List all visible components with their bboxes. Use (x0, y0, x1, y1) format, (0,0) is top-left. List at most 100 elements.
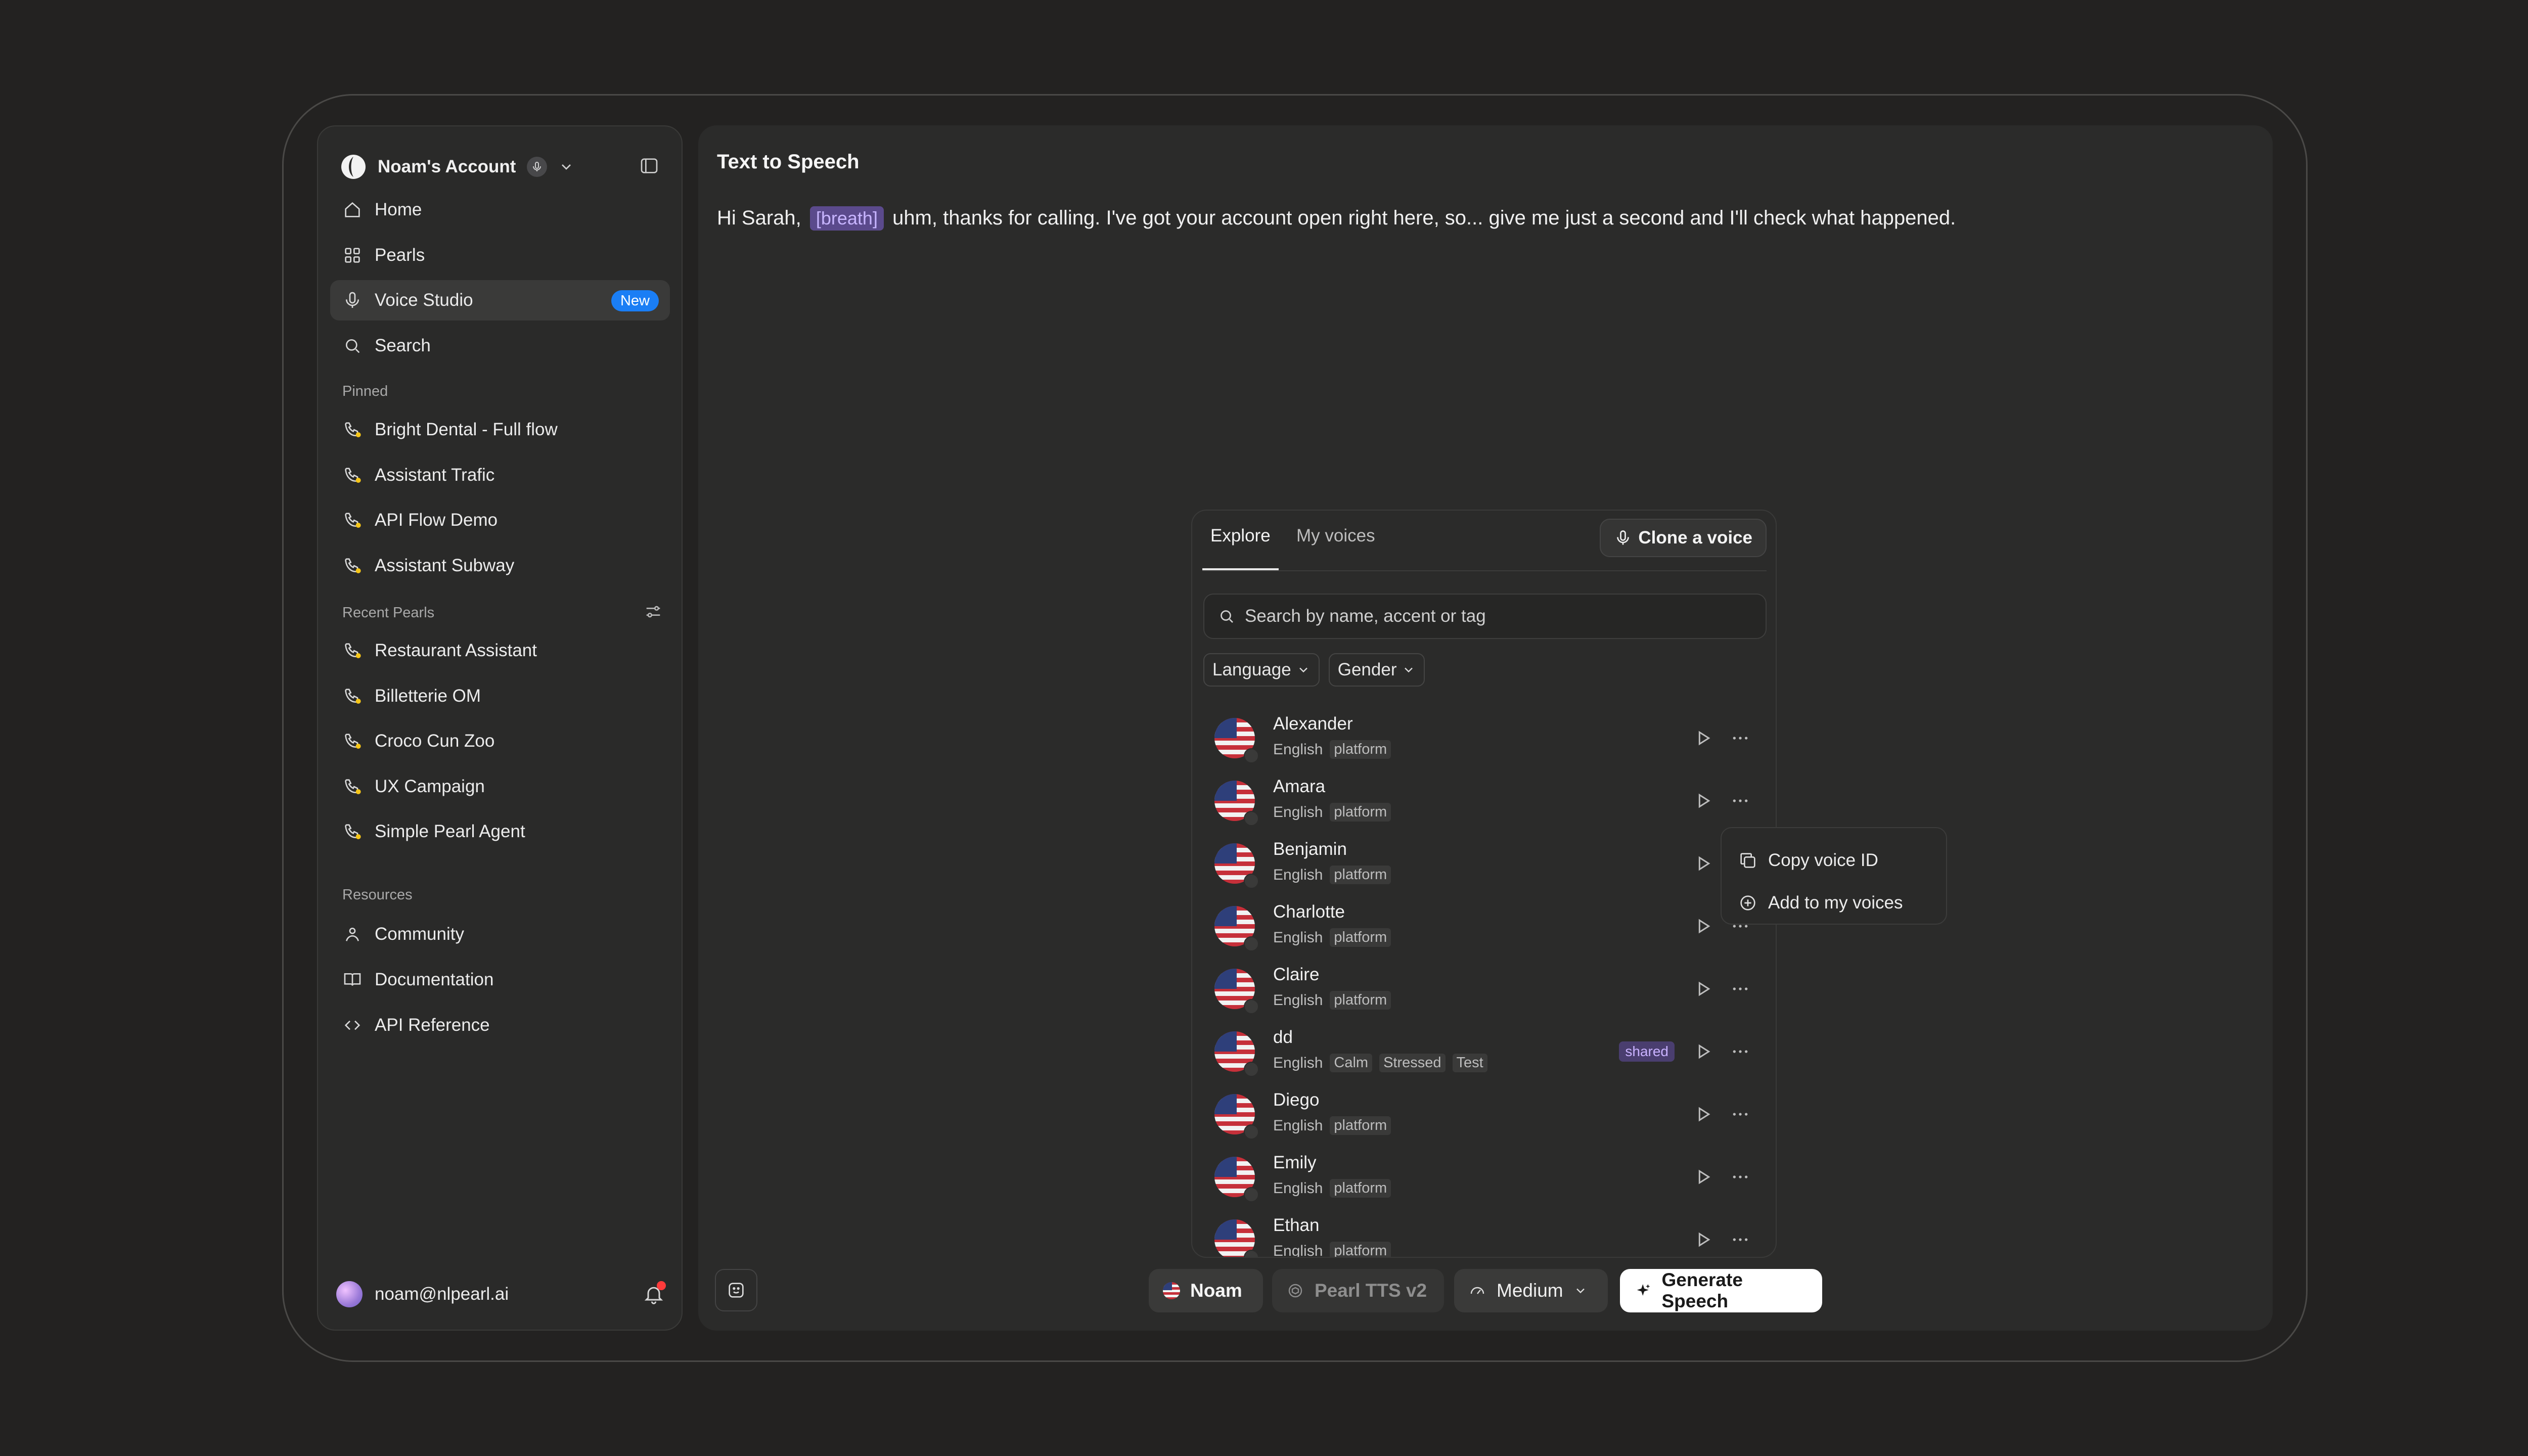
phone-flow-icon (345, 779, 361, 794)
play-icon[interactable] (1693, 1041, 1713, 1062)
voice-tags: English platform (1273, 803, 1391, 822)
recent-item[interactable]: Restaurant Assistant (330, 630, 670, 671)
account-name: Noam's Account (378, 157, 516, 176)
play-icon[interactable] (1693, 979, 1713, 999)
voice-tag: platform (1330, 1179, 1391, 1198)
more-options-icon[interactable] (1730, 1041, 1750, 1062)
user-menu[interactable]: noam@nlpearl.ai (336, 1274, 666, 1314)
tab-explore[interactable]: Explore (1202, 526, 1279, 570)
notifications-button[interactable] (643, 1281, 666, 1305)
gender-filter[interactable]: Gender (1328, 653, 1425, 687)
account-switcher[interactable]: Noam's Account (340, 151, 574, 183)
recent-item[interactable]: Croco Cun Zoo (330, 721, 670, 761)
copy-voice-id-item[interactable]: Copy voice ID (1738, 845, 1878, 876)
nav-documentation[interactable]: Documentation (330, 960, 670, 1000)
voice-tag: platform (1330, 803, 1391, 822)
voice-row[interactable]: Alexander English platform (1192, 707, 1776, 769)
voice-tag: Test (1452, 1054, 1487, 1072)
voice-row[interactable]: Benjamin English platform (1192, 832, 1776, 895)
add-to-my-voices-item[interactable]: Add to my voices (1738, 888, 1903, 918)
emoji-tag-button[interactable] (715, 1269, 757, 1311)
gender-mini-icon (1244, 1187, 1259, 1202)
microphone-icon (346, 292, 359, 308)
voice-row[interactable]: Diego English platform (1192, 1083, 1776, 1146)
speech-text-editor[interactable]: Hi Sarah, [breath] uhm, thanks for calli… (717, 206, 1956, 231)
play-icon[interactable] (1693, 791, 1713, 811)
selected-speed-label: Medium (1497, 1280, 1563, 1301)
voice-tags: English platform (1273, 740, 1391, 759)
more-options-icon[interactable] (1730, 791, 1750, 811)
nav-api-reference[interactable]: API Reference (330, 1005, 670, 1045)
speed-selector-button[interactable]: Medium (1454, 1269, 1608, 1312)
nav-voice-studio[interactable]: Voice Studio New (330, 280, 670, 321)
voice-row[interactable]: Amara English platform (1192, 769, 1776, 832)
voice-search-input[interactable] (1245, 606, 1700, 626)
voice-tag: Calm (1330, 1054, 1373, 1072)
pinned-item[interactable]: API Flow Demo (330, 500, 670, 540)
play-icon[interactable] (1693, 1230, 1713, 1250)
voice-name: Claire (1273, 965, 1320, 984)
voice-row[interactable]: Emily English platform (1192, 1146, 1776, 1208)
more-options-icon[interactable] (1730, 1230, 1750, 1250)
voice-tags: English platform (1273, 1116, 1391, 1135)
gender-filter-label: Gender (1337, 660, 1397, 679)
play-icon[interactable] (1693, 916, 1713, 936)
model-selector-button[interactable]: Pearl TTS v2 (1272, 1269, 1444, 1312)
voice-row[interactable]: Claire English platform (1192, 958, 1776, 1020)
play-icon[interactable] (1693, 1104, 1713, 1124)
gender-mini-icon (1244, 999, 1259, 1014)
recent-section-label: Recent Pearls (342, 605, 435, 621)
voice-selector-button[interactable]: Noam (1149, 1269, 1263, 1312)
voice-tag: platform (1330, 866, 1391, 884)
play-icon[interactable] (1693, 853, 1713, 874)
nav-pearls[interactable]: Pearls (330, 235, 670, 276)
nav-community[interactable]: Community (330, 914, 670, 954)
voice-name: Benjamin (1273, 839, 1347, 859)
recent-item[interactable]: Billetterie OM (330, 676, 670, 716)
smile-icon (729, 1283, 744, 1298)
more-options-icon[interactable] (1730, 979, 1750, 999)
clone-voice-label: Clone a voice (1638, 528, 1752, 548)
phone-flow-icon (345, 422, 361, 437)
pinned-item[interactable]: Bright Dental - Full flow (330, 410, 670, 450)
community-icon (346, 928, 359, 941)
breath-tag[interactable]: [breath] (809, 206, 884, 231)
play-icon[interactable] (1693, 728, 1713, 748)
voice-row[interactable]: dd English Calm Stressed Test shared (1192, 1020, 1776, 1083)
play-icon[interactable] (1693, 1167, 1713, 1187)
sidebar-toggle-button[interactable] (637, 154, 661, 178)
copy-icon (1740, 853, 1755, 868)
more-options-icon[interactable] (1730, 1104, 1750, 1124)
nav-voice-studio-label: Voice Studio (375, 290, 473, 310)
recent-item[interactable]: Simple Pearl Agent (330, 811, 670, 852)
page-title: Text to Speech (717, 151, 860, 173)
selected-voice-label: Noam (1190, 1280, 1242, 1301)
generate-speech-button[interactable]: Generate Speech (1620, 1269, 1822, 1312)
phone-flow-icon (345, 513, 361, 528)
pinned-item[interactable]: Assistant Trafic (330, 455, 670, 495)
phone-flow-icon (345, 688, 361, 704)
clone-voice-button[interactable]: Clone a voice (1600, 519, 1767, 557)
voice-name: Diego (1273, 1090, 1320, 1110)
voice-search-field[interactable] (1203, 594, 1767, 639)
voice-row[interactable]: Charlotte English platform (1192, 895, 1776, 958)
pinned-item[interactable]: Assistant Subway (330, 545, 670, 586)
voice-row[interactable]: Ethan English platform (1192, 1208, 1776, 1257)
model-cube-icon (1288, 1284, 1302, 1298)
nav-search[interactable]: Search (330, 326, 670, 366)
filter-sliders-icon[interactable] (643, 602, 663, 622)
language-filter-label: Language (1212, 660, 1291, 679)
search-icon (346, 339, 360, 353)
recent-item[interactable]: UX Campaign (330, 766, 670, 807)
more-options-icon[interactable] (1730, 728, 1750, 748)
new-badge: New (611, 290, 659, 311)
tab-my-voices[interactable]: My voices (1288, 526, 1383, 570)
voice-tag: platform (1330, 1242, 1391, 1257)
more-options-icon[interactable] (1730, 1167, 1750, 1187)
sidebar: Noam's Account Home Pearls Voice Studio … (317, 125, 683, 1331)
gender-mini-icon (1244, 1124, 1259, 1140)
nav-home[interactable]: Home (330, 190, 670, 230)
language-filter[interactable]: Language (1203, 653, 1320, 687)
recent-item-label: Restaurant Assistant (375, 641, 537, 660)
nav-home-label: Home (375, 200, 422, 219)
